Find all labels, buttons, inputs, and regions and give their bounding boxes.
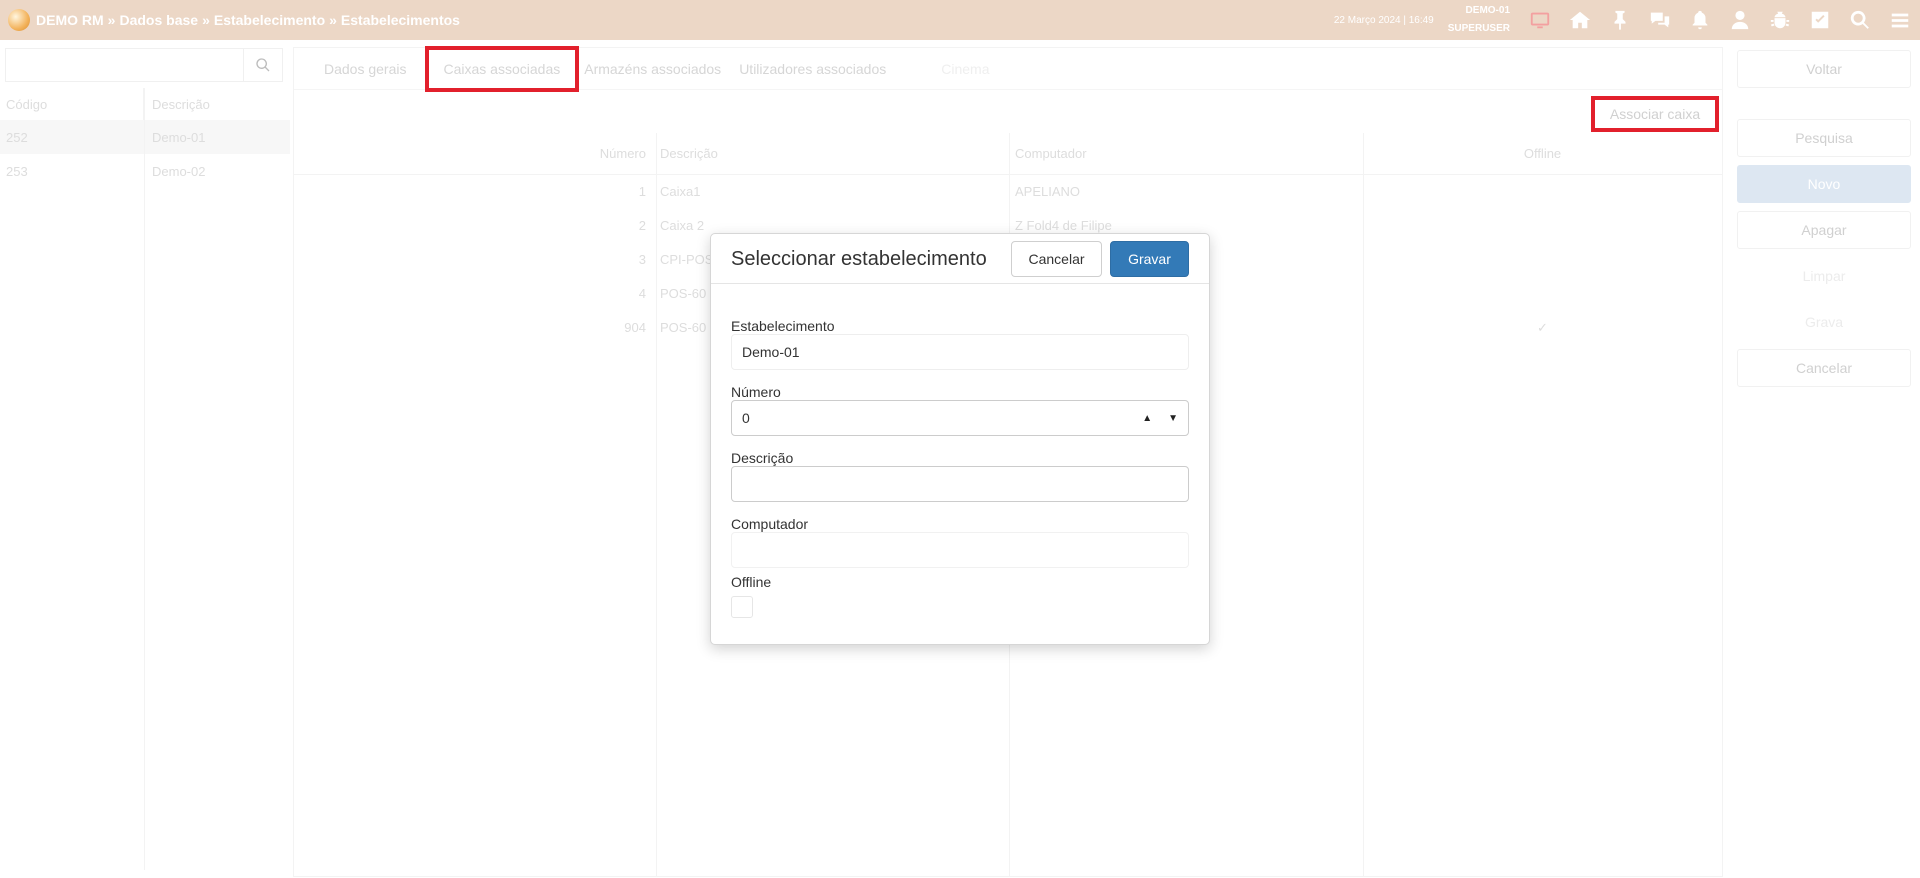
cell-number: 3 [638,252,646,267]
left-panel: Código Descrição 252 Demo-01 253 Demo-02 [0,40,290,878]
breadcrumb-separator: » [202,12,210,28]
increment-arrow-icon[interactable]: ▲ [1142,413,1152,424]
cell-number: 904 [624,320,646,335]
dialog-cancel-button[interactable]: Cancelar [1011,241,1102,277]
search-input[interactable] [6,49,244,81]
establishment-field: Demo-01 [731,334,1189,370]
store-label: DEMO-01 [1465,5,1510,16]
table-row[interactable]: 253 Demo-02 [0,154,290,188]
number-stepper: ▲ ▼ [1142,401,1178,435]
back-button[interactable]: Voltar [1737,50,1911,88]
cell-description: Demo-01 [152,129,206,145]
table-header: Número Descrição Computador Offline [294,133,1722,175]
tab-general-data[interactable]: Dados gerais [294,48,422,90]
column-header-code[interactable]: Código [0,88,144,120]
app-logo[interactable] [8,9,30,31]
table-header: Código Descrição [0,88,290,120]
column-divider [656,133,657,876]
breadcrumb-item[interactable]: Dados base [119,12,198,28]
top-bar: DEMO RM» Dados base» Estabelecimento» Estab… [0,0,1920,40]
column-header-computer[interactable]: Computador [1009,133,1363,174]
search-icon[interactable] [1840,0,1880,40]
establishments-table: Código Descrição 252 Demo-01 253 Demo-02 [0,88,290,870]
cell-number: 1 [638,184,646,199]
cell-description: Demo-02 [152,163,206,179]
breadcrumb: DEMO RM» Dados base» Estabelecimento» Estab… [36,12,460,28]
column-header-number[interactable]: Número [294,133,654,174]
cell-description: Caixa1 [660,184,701,199]
datetime: 22 Março 2024 | 16:49 [1333,14,1434,26]
new-button[interactable]: Novo [1737,165,1911,203]
checkbox-icon[interactable] [1800,0,1840,40]
breadcrumb-separator: » [329,12,337,28]
breadcrumb-item[interactable]: Estabelecimento [214,12,325,28]
number-input[interactable]: 0 ▲ ▼ [731,400,1189,436]
cell-number: 2 [638,218,646,233]
cell-offline: ✓ [1537,320,1548,335]
pin-icon[interactable] [1600,0,1640,40]
tab-associated-warehouses[interactable]: Armazéns associados [582,48,736,90]
tab-bar: Dados gerais Caixas associadas Armazéns … [294,45,1722,92]
associate-cash-register-button[interactable]: Associar caixa [1591,96,1719,132]
dialog-header: Seleccionar estabelecimento Cancelar Gra… [711,234,1209,284]
number-label: Número [731,384,781,400]
column-divider [144,88,145,870]
role-label: SUPERUSER [1447,23,1510,34]
clear-button[interactable]: Limpar [1737,257,1911,295]
computer-input[interactable] [731,532,1189,568]
dialog-title: Seleccionar estabelecimento [731,248,987,270]
bug-icon[interactable] [1760,0,1800,40]
cancel-button[interactable]: Cancelar [1737,349,1911,387]
search-icon [256,58,270,72]
tab-associated-users[interactable]: Utilizadores associados [736,48,901,90]
column-divider [1363,133,1364,876]
search-box [5,48,283,82]
decrement-arrow-icon[interactable]: ▼ [1168,413,1178,424]
offline-label: Offline [731,574,772,590]
breadcrumb-item[interactable]: Estabelecimentos [341,12,460,28]
user-info: DEMO-01 SUPERUSER [1448,2,1510,38]
bell-icon[interactable] [1680,0,1720,40]
search-button[interactable]: Pesquisa [1737,119,1911,157]
tab-cinema[interactable]: Cinema [901,48,1004,90]
cell-number: 4 [638,286,646,301]
column-header-offline[interactable]: Offline [1363,133,1722,174]
computer-label: Computador [731,516,809,532]
dialog-save-button[interactable]: Gravar [1110,241,1189,277]
description-label: Descrição [731,450,794,466]
user-icon[interactable] [1720,0,1760,40]
table-row[interactable]: 252 Demo-01 [0,120,290,154]
menu-icon[interactable] [1880,0,1920,40]
cell-code: 252 [6,129,28,145]
search-button[interactable] [244,49,282,81]
monitor-icon[interactable] [1520,0,1560,40]
delete-button[interactable]: Apagar [1737,211,1911,249]
cell-computer: APELIANO [1015,184,1081,199]
select-establishment-dialog: Seleccionar estabelecimento Cancelar Gra… [710,233,1210,645]
home-icon[interactable] [1560,0,1600,40]
breadcrumb-item[interactable]: DEMO RM [36,12,104,28]
table-row[interactable]: 1 Caixa1 APELIANO [294,175,1722,209]
offline-checkbox[interactable] [731,596,753,618]
column-header-description[interactable]: Descrição [654,133,1009,174]
chat-icon[interactable] [1640,0,1680,40]
column-header-description[interactable]: Descrição [144,97,210,112]
establishment-label: Estabelecimento [731,318,835,334]
description-input[interactable] [731,466,1189,502]
breadcrumb-separator: » [107,12,116,28]
tab-associated-cash-registers[interactable]: Caixas associadas [424,45,580,92]
save-button[interactable]: Grava [1737,303,1911,341]
number-value: 0 [742,410,750,426]
cell-code: 253 [6,163,28,179]
